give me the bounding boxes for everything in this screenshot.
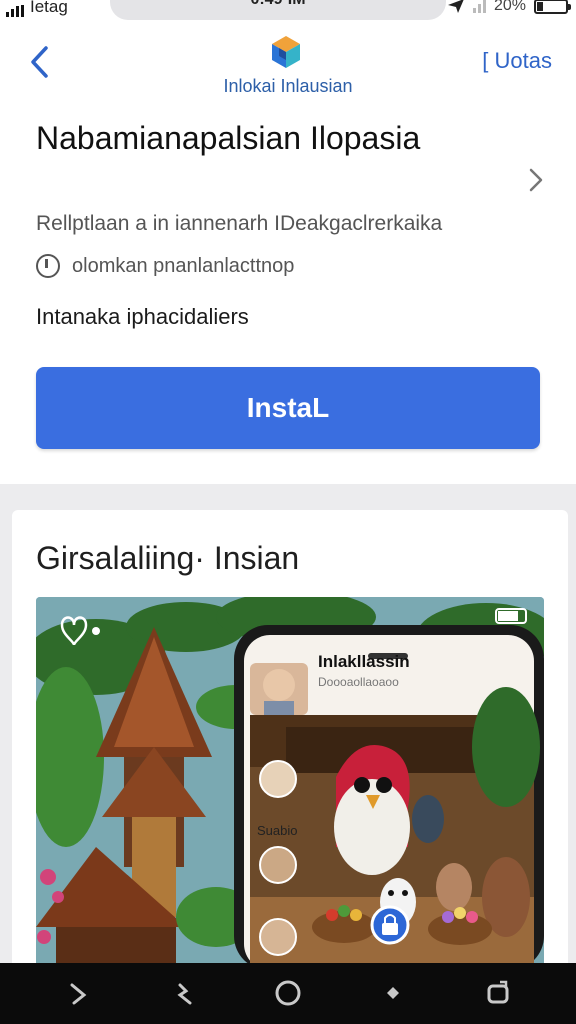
nav-back-icon[interactable] — [66, 979, 94, 1007]
app-header-card: Inlokai Inlausian [ Uotas Nabamianapalsi… — [0, 22, 576, 484]
promo-illustration — [36, 597, 544, 970]
signal-icon — [6, 5, 24, 17]
app-meta: olomkan pnanlanlacttnop — [36, 254, 294, 278]
status-bar: Ietag 0:49·IM 20% — [0, 0, 576, 22]
top-action-link[interactable]: [ Uotas — [482, 48, 552, 74]
app-logo-icon — [272, 36, 300, 68]
promo-image[interactable]: Inlakllassin Doooaollaoaoo Suabio — [36, 597, 544, 970]
diamond-icon[interactable] — [379, 979, 407, 1007]
promo-phone-subtitle: Doooaollaoaoo — [318, 675, 399, 689]
clock-icon — [36, 254, 60, 278]
status-left: Ietag — [6, 0, 68, 17]
chevron-left-icon[interactable] — [28, 44, 52, 80]
status-time: 0:49·IM — [110, 0, 446, 9]
notch: 0:49·IM — [110, 0, 446, 20]
preview-section-title: Girsalaliing· Insian — [36, 540, 300, 576]
app-subtitle: Intanaka iphacidaliers — [36, 304, 249, 329]
chevron-right-icon[interactable] — [527, 166, 545, 194]
recents-icon[interactable] — [484, 979, 512, 1007]
system-nav-bar — [0, 963, 576, 1024]
install-button[interactable]: InstaL — [36, 367, 540, 449]
status-right: 20% — [447, 0, 571, 15]
preview-card: Girsalaliing· Insian Inlakllassin Doooao… — [12, 510, 568, 970]
location-arrow-icon — [447, 0, 464, 13]
app-name: Inlokai Inlausian — [223, 76, 353, 96]
app-meta-text: olomkan pnanlanlacttnop — [72, 254, 295, 277]
signal-weak-icon — [472, 0, 486, 13]
promo-phone-title: Inlakllassin — [318, 652, 410, 671]
home-circle-icon[interactable] — [274, 979, 302, 1007]
battery-icon — [534, 0, 571, 14]
battery-percent: 20% — [493, 0, 526, 14]
promo-side-label: Suabio — [257, 823, 298, 838]
app-title: Nabamianapalsian Ilopasia — [36, 120, 421, 156]
app-description: Rellptlaan a in iannenarh IDeakgaclrerka… — [36, 212, 443, 235]
nav-return-icon[interactable] — [172, 979, 200, 1007]
carrier-label: Ietag — [30, 0, 68, 16]
